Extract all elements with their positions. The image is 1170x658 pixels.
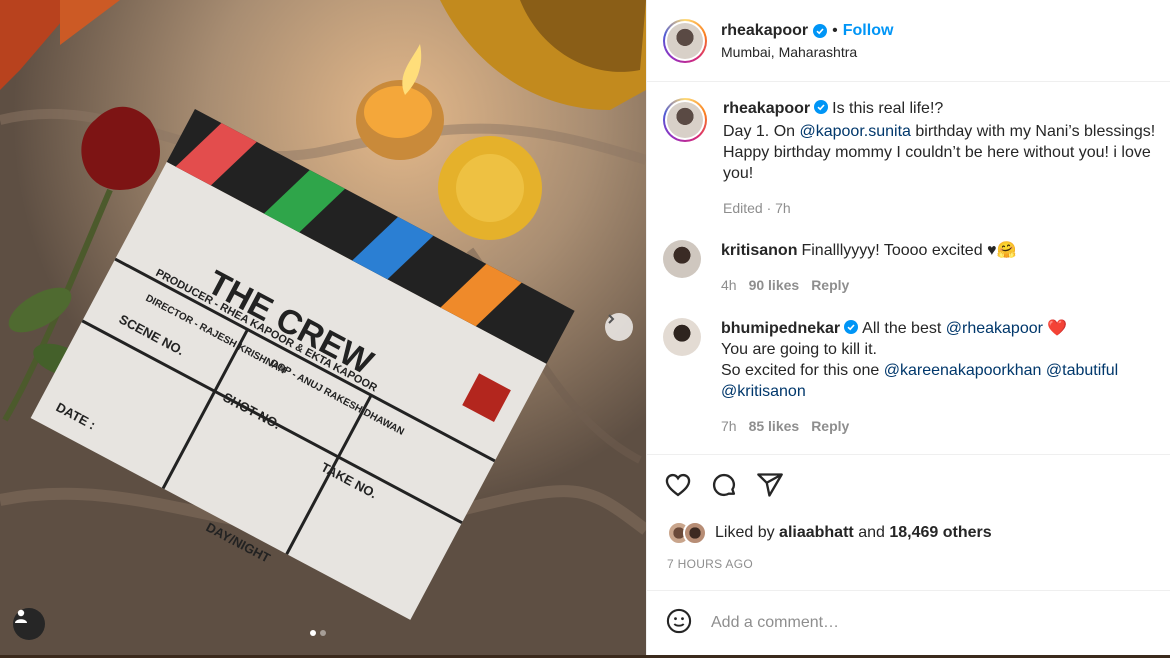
caption-avatar[interactable]: [663, 98, 707, 142]
caption-mention[interactable]: @kapoor.sunita: [799, 123, 910, 140]
emoji-button[interactable]: [665, 607, 693, 640]
action-bar: [663, 470, 785, 500]
author-username[interactable]: rheakapoor: [721, 22, 808, 40]
tagged-users-button[interactable]: [13, 608, 45, 640]
clapperboard-photo: THE CREW PRODUCER - RHEA KAPOOR & EKTA K…: [0, 0, 646, 655]
likes-summary[interactable]: Liked by aliaabhatt and 18,469 others: [667, 521, 992, 545]
caption-line2-prefix: Day 1. On: [723, 123, 796, 140]
comment-mention[interactable]: @tabutiful: [1046, 362, 1118, 379]
comment-item: kritisanon Finalllyyyy! Toooo excited ♥🤗 …: [663, 240, 1161, 296]
liked-by-user[interactable]: aliaabhatt: [779, 524, 854, 541]
heart-icon: [665, 473, 691, 497]
post-location[interactable]: Mumbai, Maharashtra: [721, 44, 893, 60]
comments-list[interactable]: rheakapoor Is this real life!? Day 1. On …: [647, 82, 1170, 455]
add-comment-bar: Add a comment…: [647, 590, 1170, 655]
commenter-username[interactable]: kritisanon: [721, 242, 797, 259]
separator: •: [832, 21, 838, 39]
likes-prefix: Liked by: [715, 524, 775, 541]
post-header: rheakapoor • Follow Mumbai, Maharashtra: [647, 0, 1170, 82]
reply-button[interactable]: Reply: [811, 416, 849, 437]
likes-middle: and: [858, 524, 885, 541]
follow-button[interactable]: Follow: [843, 22, 894, 40]
caption-username[interactable]: rheakapoor: [723, 100, 810, 117]
commenter-avatar[interactable]: [663, 318, 701, 356]
post-details-panel: rheakapoor • Follow Mumbai, Maharashtra …: [646, 0, 1170, 655]
comment-text-prefix: All the best: [862, 320, 942, 337]
verified-badge-icon: [844, 320, 859, 334]
caption-meta: Edited · 7h: [723, 200, 791, 216]
comment-button[interactable]: [709, 470, 739, 500]
comment-mention[interactable]: @kareenakapoorkhan: [884, 362, 1042, 379]
post-timestamp: 7 HOURS AGO: [667, 557, 753, 571]
add-comment-input[interactable]: Add a comment…: [711, 614, 839, 632]
comment-mention[interactable]: @rheakapoor: [946, 320, 1043, 337]
comment-text: Finalllyyyy! Toooo excited ♥🤗: [801, 242, 1017, 259]
commenter-username[interactable]: bhumipednekar: [721, 320, 840, 337]
caption: rheakapoor Is this real life!? Day 1. On …: [663, 98, 1169, 219]
carousel-indicator: [310, 630, 326, 636]
comment-icon: [712, 473, 736, 497]
verified-badge-icon: [814, 100, 829, 114]
carousel-dot: [320, 630, 326, 636]
emoji-icon: [666, 608, 692, 633]
liker-avatar: [683, 521, 707, 545]
share-button[interactable]: [755, 470, 785, 500]
carousel-dot: [310, 630, 316, 636]
heart-emoji: ❤️: [1047, 320, 1068, 337]
chevron-right-icon: [608, 314, 615, 324]
commenter-avatar[interactable]: [663, 240, 701, 278]
caption-line1: Is this real life!?: [832, 100, 944, 117]
comment-mention[interactable]: @kritisanon: [721, 383, 806, 400]
comment-item: bhumipednekar All the best @rheakapoor ❤️…: [663, 318, 1161, 437]
share-icon: [757, 473, 783, 497]
instagram-post-modal: THE CREW PRODUCER - RHEA KAPOOR & EKTA K…: [0, 0, 1170, 658]
reply-button[interactable]: Reply: [811, 275, 849, 296]
comment-likes[interactable]: 85 likes: [749, 416, 800, 437]
verified-badge-icon: [813, 23, 828, 38]
author-avatar[interactable]: [663, 18, 707, 63]
comment-likes[interactable]: 90 likes: [749, 275, 800, 296]
comment-time: 4h: [721, 277, 737, 293]
comment-line2: You are going to kill it.: [721, 341, 877, 358]
next-slide-button[interactable]: [605, 313, 633, 341]
post-image[interactable]: THE CREW PRODUCER - RHEA KAPOOR & EKTA K…: [0, 0, 646, 655]
user-tag-icon: [15, 609, 27, 623]
like-button[interactable]: [663, 470, 693, 500]
likes-others[interactable]: 18,469 others: [889, 524, 991, 541]
comment-line3-prefix: So excited for this one: [721, 362, 880, 379]
comment-time: 7h: [721, 418, 737, 434]
